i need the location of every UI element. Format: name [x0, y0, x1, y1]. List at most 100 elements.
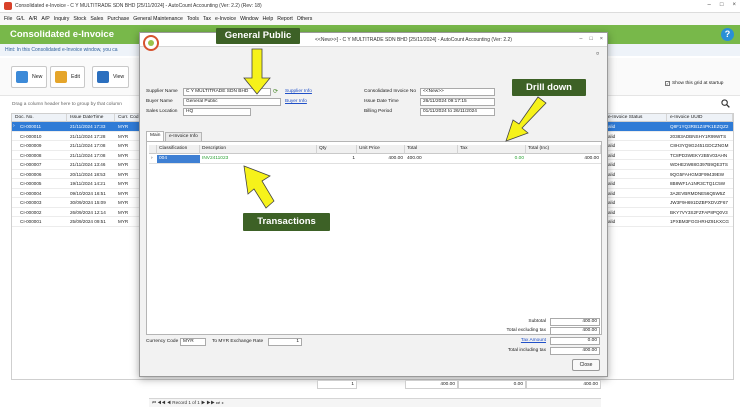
cell-einvoice-uuid[interactable]: 8B8WF1A1NR3CTQ1C5W — [667, 179, 733, 188]
tab-main[interactable]: Main — [146, 131, 165, 141]
col-tax[interactable]: Tax — [458, 145, 526, 154]
col-einvoice-status[interactable]: e-Invoice Status — [605, 114, 667, 122]
menu-gl[interactable]: G/L — [16, 16, 24, 22]
buyer-name-field[interactable]: General Public — [183, 98, 281, 106]
cell-einvoice-status[interactable]: alid — [605, 132, 667, 141]
cell-einvoice-status[interactable]: alid — [605, 141, 667, 150]
tab-einvoice-info[interactable]: e-Invoice Info — [165, 132, 202, 141]
menu-purchase[interactable]: Purchase — [107, 16, 129, 22]
cell-einvoice-status[interactable]: alid — [605, 151, 667, 160]
dialog-close-button[interactable]: × — [600, 36, 603, 42]
cell-issue-datetime[interactable]: 21/11/2024 17:08 — [67, 151, 115, 160]
cell-einvoice-uuid[interactable]: BKY7VY3S2FZFAP8PQ0V3 — [667, 208, 733, 217]
col-total[interactable]: Total — [405, 145, 458, 154]
cell-einvoice-uuid[interactable]: WDHE2W88G397B9QE3TS — [667, 160, 733, 169]
consolidated-no-field[interactable]: <<New>> — [420, 88, 495, 96]
col-qty[interactable]: Qty — [317, 145, 357, 154]
cell-einvoice-status[interactable]: alid — [605, 198, 667, 207]
cell-einvoice-status[interactable]: alid — [605, 217, 667, 226]
cell-classification[interactable]: 004 — [157, 155, 200, 164]
menu-help[interactable]: Help — [263, 16, 274, 22]
cell-doc-no[interactable]: CI-000005 — [17, 179, 72, 188]
cell-einvoice-uuid[interactable]: Q8F1YQ3RB1Z4PK1EZQZ2 — [667, 122, 733, 131]
col-classification[interactable]: Classification — [157, 145, 200, 154]
refresh-icon[interactable]: ⟳ — [273, 88, 278, 95]
menu-inquiry[interactable]: Inquiry — [54, 16, 70, 22]
menu-others[interactable]: Others — [297, 16, 313, 22]
dialog-minimize-button[interactable]: – — [579, 36, 582, 42]
cell-issue-datetime[interactable]: 21/11/2024 17:28 — [67, 132, 115, 141]
cell-issue-datetime[interactable]: 30/09/2024 15:09 — [67, 198, 115, 207]
cell-doc-no[interactable]: CI-000009 — [17, 141, 72, 150]
cell-issue-datetime[interactable]: 21/11/2024 13:46 — [67, 160, 115, 169]
exchange-rate-field[interactable]: 1 — [268, 338, 302, 346]
cell-einvoice-status[interactable]: alid — [605, 179, 667, 188]
menu-window[interactable]: Window — [240, 16, 258, 22]
menu-sales[interactable]: Sales — [90, 16, 103, 22]
cell-einvoice-uuid[interactable]: JW3F9H691DZBPXDVZF67 — [667, 198, 733, 207]
cell-einvoice-uuid[interactable]: 1PXBM3FGGHRHZ91KXCG — [667, 217, 733, 226]
menu-file[interactable]: File — [4, 16, 12, 22]
cell-qty[interactable]: 1 — [317, 155, 357, 164]
cell-unit-price[interactable]: 400.00 — [357, 155, 405, 164]
cell-issue-datetime[interactable]: 25/09/2024 09:51 — [67, 217, 115, 226]
cell-einvoice-status[interactable]: alid — [605, 170, 667, 179]
cell-doc-no[interactable]: CI-000008 — [17, 151, 72, 160]
cell-issue-datetime[interactable]: 21/11/2024 17:08 — [67, 141, 115, 150]
dialog-pin-icon[interactable]: ¤ — [596, 51, 599, 57]
billing-period-field[interactable]: 01/11/2024 to 26/11/2024 — [420, 108, 495, 116]
view-button[interactable]: View — [92, 66, 130, 88]
menu-ar[interactable]: A/R — [29, 16, 38, 22]
dialog-maximize-button[interactable]: □ — [589, 36, 592, 42]
cell-einvoice-uuid[interactable]: TC8PD3WEKY2B5V03AHN — [667, 151, 733, 160]
minimize-button[interactable]: – — [708, 2, 711, 8]
buyer-info-link[interactable]: Buyer Info — [285, 99, 307, 104]
cell-einvoice-uuid[interactable]: 3A2EVBRMDNE56Q5W5Z — [667, 189, 733, 198]
cell-einvoice-uuid[interactable]: 9QG5FAHGM3F99439EW — [667, 170, 733, 179]
cell-einvoice-status[interactable]: alid — [605, 208, 667, 217]
cell-total-inc[interactable]: 400.00 — [526, 155, 601, 164]
cell-einvoice-uuid[interactable]: 20383ADBNSHY1R99WTS — [667, 132, 733, 141]
cell-doc-no[interactable]: CI-000003 — [17, 198, 72, 207]
supplier-info-link[interactable]: Supplier Info — [285, 89, 312, 94]
supplier-name-field[interactable]: C Y MULTITRADE SDN BHD — [183, 88, 271, 96]
menu-einvoice[interactable]: e-Invoice — [215, 16, 236, 22]
sales-location-field[interactable]: HQ — [183, 108, 251, 116]
cell-issue-datetime[interactable]: 09/10/2024 16:51 — [67, 189, 115, 198]
cell-tax[interactable]: 0.00 — [458, 155, 526, 164]
cell-doc-no[interactable]: CI-000004 — [17, 189, 72, 198]
close-window-button[interactable]: × — [732, 2, 736, 8]
cell-issue-datetime[interactable]: 19/11/2024 14:21 — [67, 179, 115, 188]
menu-tax[interactable]: Tax — [203, 16, 211, 22]
cell-doc-no[interactable]: CI-000001 — [17, 217, 72, 226]
cell-einvoice-uuid[interactable]: C8H3YQ9G2451GDCZNGM — [667, 141, 733, 150]
new-button[interactable]: New — [11, 66, 48, 88]
col-einvoice-uuid[interactable]: e-Invoice UUID — [667, 114, 733, 122]
cell-doc-no[interactable]: CI-000007 — [17, 160, 72, 169]
cell-description[interactable]: INV2411023 — [200, 155, 317, 164]
menu-tools[interactable]: Tools — [187, 16, 199, 22]
edit-button[interactable]: Edit — [50, 66, 85, 88]
tax-amount-link[interactable]: Tax Amount — [492, 338, 546, 343]
col-unit-price[interactable]: Unit Price — [357, 145, 405, 154]
maximize-button[interactable]: □ — [720, 2, 724, 8]
menu-report[interactable]: Report — [277, 16, 293, 22]
show-grid-checkbox[interactable]: ✓ Show this grid at startup — [665, 81, 723, 86]
menu-ap[interactable]: A/P — [41, 16, 49, 22]
help-icon[interactable]: ? — [721, 28, 734, 41]
menu-general-maintenance[interactable]: General Maintenance — [133, 16, 183, 22]
cell-einvoice-status[interactable]: alid — [605, 189, 667, 198]
search-icon[interactable] — [721, 99, 730, 108]
cell-total[interactable]: 400.00 — [405, 155, 458, 164]
cell-doc-no[interactable]: CI-000006 — [17, 170, 72, 179]
transaction-row[interactable]: › 004 INV2411023 1 400.00 400.00 0.00 40… — [149, 155, 601, 164]
cell-einvoice-status[interactable]: alid — [605, 122, 667, 131]
close-button[interactable]: Close — [572, 359, 600, 371]
col-doc-no[interactable]: Doc. No. — [12, 114, 67, 122]
cell-doc-no[interactable]: CI-000002 — [17, 208, 72, 217]
menu-stock[interactable]: Stock — [73, 16, 86, 22]
issue-datetime-field[interactable]: 26/11/2024 09:17:15 — [420, 98, 495, 106]
col-total-inc[interactable]: Total (Inc) — [526, 145, 601, 154]
col-description[interactable]: Description — [200, 145, 317, 154]
cell-issue-datetime[interactable]: 21/11/2024 17:33 — [67, 122, 115, 131]
